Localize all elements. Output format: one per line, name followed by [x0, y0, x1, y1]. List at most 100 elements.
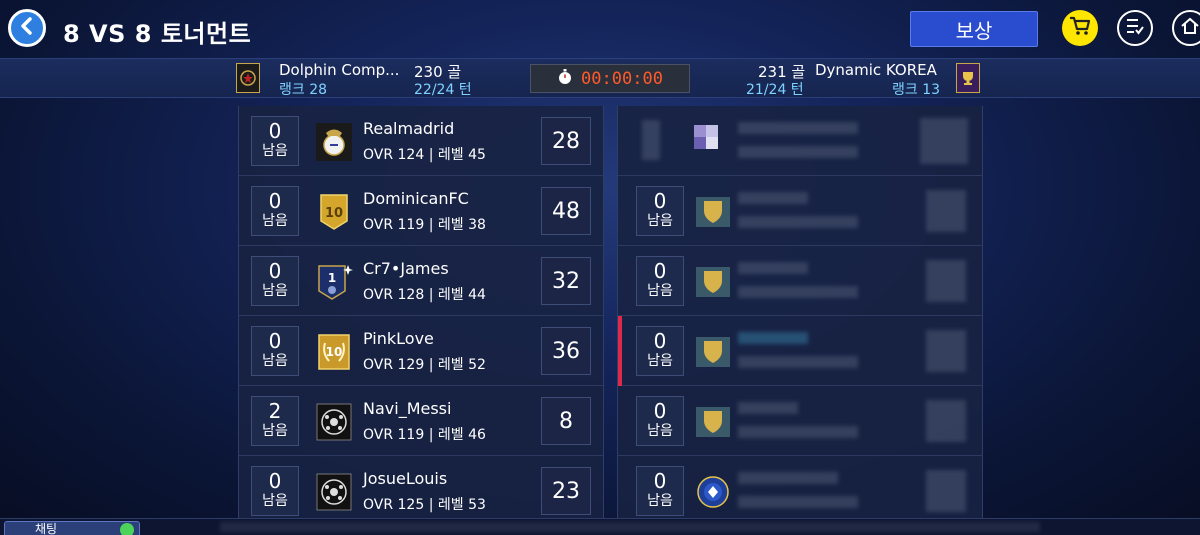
- player-score: 23: [541, 467, 591, 515]
- player-row[interactable]: 0 남음: [618, 246, 982, 316]
- remaining-count: 0: [268, 259, 282, 283]
- blurred-score: [926, 400, 966, 442]
- real-madrid-crest-icon: [313, 122, 355, 162]
- reward-button[interactable]: 보상: [910, 11, 1038, 47]
- match-timer: 00:00:00: [530, 64, 690, 93]
- remaining-count: 0: [268, 469, 282, 493]
- remaining-count: 0: [653, 329, 667, 353]
- remaining-count: 0: [653, 399, 667, 423]
- blurred-remaining: [642, 120, 660, 160]
- laurel-10-badge-icon: 10: [313, 332, 355, 372]
- player-name: JosueLouis: [363, 469, 448, 488]
- player-row[interactable]: [618, 106, 982, 176]
- blurred-player-info: [738, 216, 858, 228]
- player-name: Realmadrid: [363, 119, 455, 138]
- blurred-player-info: [738, 426, 858, 438]
- remaining-turns: 0 남음: [251, 466, 299, 516]
- player-name: Cr7•James: [363, 259, 449, 278]
- back-arrow-icon: [18, 17, 36, 39]
- remaining-label: 남음: [262, 213, 288, 229]
- checklist-button[interactable]: [1117, 10, 1153, 46]
- player-name: Navi_Messi: [363, 399, 452, 418]
- player-row[interactable]: 0 남음: [618, 386, 982, 456]
- player-info: OVR 124 | 레벨 45: [363, 147, 486, 163]
- player-row[interactable]: 0 남음 10 PinkLove OVR 129 | 레벨 52 36: [239, 316, 603, 386]
- remaining-label: 남음: [647, 423, 673, 439]
- svg-text:10: 10: [326, 345, 343, 359]
- top-bar: 8 VS 8 토너먼트 보상: [0, 0, 1200, 58]
- remaining-label: 남음: [262, 143, 288, 159]
- player-row[interactable]: 0 남음 Realmadrid OVR 124 | 레벨 45 28: [239, 106, 603, 176]
- stopwatch-icon: [557, 68, 573, 90]
- cart-icon: [1069, 16, 1091, 40]
- home-button[interactable]: [1172, 10, 1200, 46]
- remaining-label: 남음: [647, 493, 673, 509]
- right-club-turns: 21/24 턴: [746, 82, 804, 98]
- gold-shield-icon: [692, 332, 734, 372]
- right-club-emblem-icon: [956, 63, 980, 93]
- blurred-chat-message: [220, 521, 1040, 535]
- svg-text:1: 1: [328, 271, 336, 285]
- back-button[interactable]: [8, 9, 46, 47]
- gold-shield-icon: [692, 262, 734, 302]
- player-info: OVR 128 | 레벨 44: [363, 287, 486, 303]
- blurred-player-name: [738, 402, 798, 414]
- active-turn-indicator: [618, 316, 622, 386]
- player-row[interactable]: 0 남음: [618, 316, 982, 386]
- player-row[interactable]: 0 남음: [618, 176, 982, 246]
- checklist-icon: [1125, 17, 1145, 39]
- blurred-player-info: [738, 286, 858, 298]
- remaining-turns: 0 남음: [251, 326, 299, 376]
- remaining-label: 남음: [262, 423, 288, 439]
- page-title: 8 VS 8 토너먼트: [63, 20, 252, 48]
- blurred-score: [926, 260, 966, 302]
- player-info: OVR 129 | 레벨 52: [363, 357, 486, 373]
- blurred-score: [920, 118, 968, 164]
- remaining-label: 남음: [262, 493, 288, 509]
- remaining-count: 0: [268, 119, 282, 143]
- player-name: PinkLove: [363, 329, 434, 348]
- player-row[interactable]: 0 남음: [618, 456, 982, 526]
- blurred-score: [926, 330, 966, 372]
- blurred-player-name: [738, 332, 808, 344]
- player-score: 48: [541, 187, 591, 235]
- blurred-player-info: [738, 356, 858, 368]
- remaining-turns: 0 남음: [636, 326, 684, 376]
- blurred-player-info: [738, 496, 858, 508]
- svg-text:10: 10: [325, 206, 343, 221]
- remaining-turns: 2 남음: [251, 396, 299, 446]
- online-status-icon: [120, 523, 134, 535]
- player-row[interactable]: 0 남음 1 Cr7•James OVR 128 | 레벨 44 32: [239, 246, 603, 316]
- blurred-score: [926, 190, 966, 232]
- remaining-count: 0: [653, 189, 667, 213]
- blurred-score: [926, 470, 966, 512]
- blurred-player-name: [738, 472, 838, 484]
- blurred-player-name: [738, 122, 858, 134]
- player-score: 36: [541, 327, 591, 375]
- player-row[interactable]: 0 남음 JosueLouis OVR 125 | 레벨 53 23: [239, 456, 603, 526]
- player-name: DominicanFC: [363, 189, 469, 208]
- blurred-player-info: [738, 146, 858, 158]
- remaining-turns: 0 남음: [636, 466, 684, 516]
- player-row[interactable]: 0 남음 10 DominicanFC OVR 119 | 레벨 38 48: [239, 176, 603, 246]
- player-info: OVR 119 | 레벨 46: [363, 427, 486, 443]
- player-info: OVR 119 | 레벨 38: [363, 217, 486, 233]
- soccer-ball-badge-icon: [313, 402, 355, 442]
- timer-text: 00:00:00: [581, 68, 663, 89]
- remaining-label: 남음: [647, 213, 673, 229]
- soccer-ball-badge-icon: [313, 472, 355, 512]
- gold-shield-icon: [692, 402, 734, 442]
- player-row[interactable]: 2 남음 Navi_Messi OVR 119 | 레벨 46 8: [239, 386, 603, 456]
- remaining-label: 남음: [647, 283, 673, 299]
- remaining-count: 0: [653, 259, 667, 283]
- shop-button[interactable]: [1062, 10, 1098, 46]
- score-bar: Dolphin Comp... 랭크 28 230 골 22/24 턴 00:0…: [0, 58, 1200, 98]
- blurred-emblem: [692, 122, 734, 162]
- right-club-name: Dynamic KOREA: [815, 61, 937, 79]
- remaining-count: 0: [268, 329, 282, 353]
- remaining-label: 남음: [647, 353, 673, 369]
- gold-10-badge-icon: 10: [313, 192, 355, 232]
- remaining-label: 남음: [262, 283, 288, 299]
- remaining-turns: 0 남음: [251, 256, 299, 306]
- left-club-turns: 22/24 턴: [414, 82, 472, 98]
